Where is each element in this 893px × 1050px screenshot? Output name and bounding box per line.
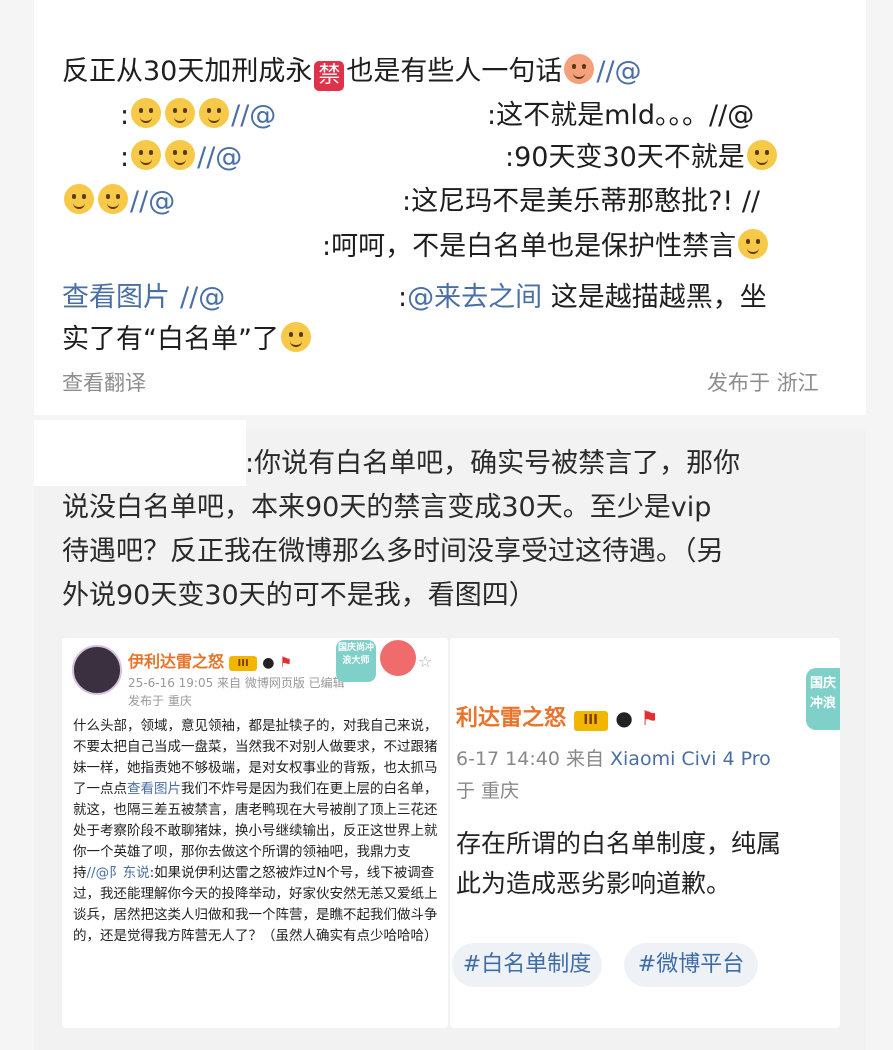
panda-icon: ● <box>262 655 275 671</box>
comment1-text: :90天变30天不就是 <box>505 142 745 173</box>
comment2-line-4: 外说90天变30天的可不是我，看图四） <box>62 580 536 611</box>
mention-link[interactable]: //@ <box>596 56 641 87</box>
colon: : <box>120 142 130 173</box>
mention-link[interactable]: //@ <box>180 282 225 313</box>
sleepy-emoji-icon <box>98 184 128 214</box>
comment1-line-6-right: :@来去之间 这是越描越黑，坐 <box>398 278 767 318</box>
cheeky-emoji-icon <box>564 54 595 84</box>
comment1-line-5: :呵呵，不是白名单也是保护性禁言 <box>322 227 770 267</box>
crown-level-badge: III <box>229 656 258 671</box>
view-image-link[interactable]: 查看图片 <box>62 282 170 313</box>
comment2-line-2: 说没白名单吧，本来90天的禁言变成30天。至少是vip <box>62 492 712 523</box>
sleepy-emoji-icon <box>746 140 777 170</box>
shot1-header: 伊利达雷之怒 III ● ⚑ <box>128 648 292 672</box>
comment1-line-4: //@ <box>62 182 175 222</box>
sleepy-emoji-icon <box>64 184 94 214</box>
flag-icon: ⚑ <box>640 706 659 730</box>
shot1-location: 发布于 重庆 <box>128 694 192 708</box>
comment1-line-2-right: :这不就是mld。。。//@ <box>487 96 754 136</box>
comment1-line-2: : //@ <box>62 96 276 136</box>
mention-link[interactable]: @来去之间 <box>407 282 542 313</box>
yummy-emoji-icon <box>280 322 311 352</box>
mention-link[interactable]: //@阝东说 <box>87 865 150 881</box>
shot2-line-1: 存在所谓的白名单制度，纯属 <box>456 829 782 858</box>
comment1-line-1: 反正从30天加刑成永禁也是有些人一句话 //@ <box>62 52 642 92</box>
shot2-location: 于 重庆 <box>456 780 520 802</box>
device-link[interactable]: Xiaomi Civi 4 Pro <box>610 748 771 770</box>
ban-icon: 禁 <box>314 61 345 91</box>
hashtag-weibo-platform[interactable]: #微博平台 <box>624 943 758 987</box>
shot2-header: 利达雷之怒 III ● ⚑ <box>456 700 658 732</box>
hashtag-whitelist[interactable]: #白名单制度 <box>452 943 602 987</box>
comment1-line-4-right: :这尼玛不是美乐蒂那憨批?! // <box>402 182 760 222</box>
smile-emoji-icon <box>131 98 162 128</box>
translate-link[interactable]: 查看翻译 <box>62 367 146 397</box>
comment1-line-7: 实了有“白名单”了 <box>62 320 313 360</box>
colon: : <box>120 100 130 131</box>
comment1-text: 这是越描越黑，坐 <box>550 282 767 313</box>
shot1-post-body: 什么头部，领域，意见领袖，都是扯犊子的，对我自己来说，不要太把自己当成一盘菜，当… <box>73 716 439 947</box>
smile-emoji-icon <box>738 229 769 259</box>
mention-link[interactable]: //@ <box>130 186 175 217</box>
smile-emoji-icon <box>199 98 230 128</box>
comment1-text: 实了有“白名单”了 <box>62 324 279 355</box>
post-location: 发布于 浙江 <box>707 371 819 395</box>
mention-link[interactable]: //@ <box>231 100 276 131</box>
sleepy-emoji-icon <box>131 140 162 170</box>
star-icon[interactable]: ☆ <box>418 652 432 671</box>
shot2-meta: 6-17 14:40 来自 Xiaomi Civi 4 Pro <box>456 744 771 771</box>
event-badge: 国庆冲浪 <box>806 668 840 730</box>
comment2-line-3: 待遇吧？反正我在微博那么多时间没享受过这待遇。（另 <box>62 536 724 567</box>
username: 伊利达雷之怒 <box>128 652 225 671</box>
sweat-emoji-icon <box>165 140 196 170</box>
shot1-meta: 25-6-16 19:05 来自 微博网页版 已编辑 <box>128 676 345 690</box>
redacted-username-block <box>34 420 246 486</box>
comment1-line-3-right: :90天变30天不就是 <box>505 138 779 178</box>
event-badge: 国庆尚冲浪大师 <box>336 640 376 682</box>
mascot-icon <box>380 640 416 676</box>
comment2-line-1: :你说有白名单吧，确实号被禁言了，那你 <box>245 448 741 479</box>
comment1-text: :呵呵，不是白名单也是保护性禁言 <box>322 231 737 262</box>
flag-icon: ⚑ <box>279 655 293 671</box>
comment1-text: :这尼玛不是美乐蒂那憨批?! // <box>402 186 761 217</box>
crown-level-badge: III <box>573 711 608 731</box>
colon: : <box>398 282 408 313</box>
comment1-line-3: : //@ <box>62 138 242 178</box>
username: 利达雷之怒 <box>456 706 567 731</box>
mention-link[interactable]: //@ <box>197 142 242 173</box>
post-time: 6-17 14:40 来自 <box>456 748 604 770</box>
comment1-line-6: 查看图片 //@ <box>62 278 225 318</box>
comment1-text: 也是有些人一句话 <box>346 56 563 87</box>
shot2-line-2: 此为造成恶劣影响道歉。 <box>456 869 732 898</box>
comment1-text: 反正从30天加刑成永 <box>62 56 313 87</box>
smile-emoji-icon <box>165 98 196 128</box>
comment1-text: :这不就是mld。。。//@ <box>487 100 755 131</box>
view-image-link[interactable]: 查看图片 <box>127 781 181 797</box>
avatar <box>72 645 122 695</box>
panda-icon: ● <box>615 706 633 730</box>
